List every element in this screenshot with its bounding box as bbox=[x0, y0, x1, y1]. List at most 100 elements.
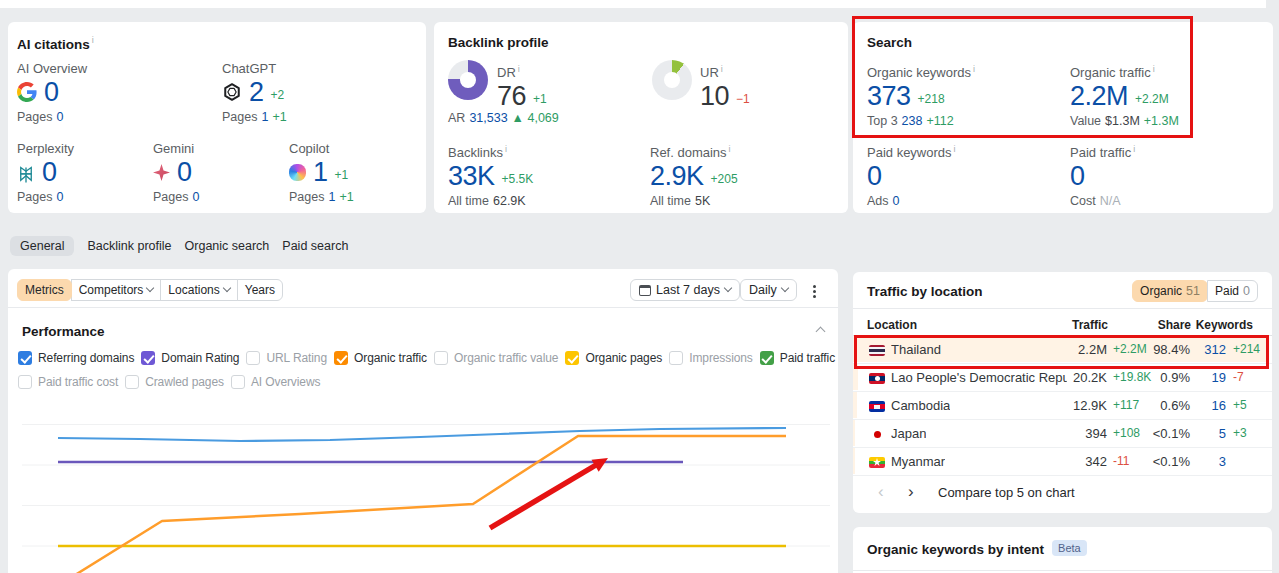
referring-domains-line bbox=[58, 428, 786, 441]
keywords-value[interactable]: 5 bbox=[1219, 420, 1226, 447]
cost-label: Cost bbox=[1070, 194, 1096, 208]
google-g-icon bbox=[17, 82, 37, 102]
location-name[interactable]: Japan bbox=[891, 420, 926, 447]
metric-ai-overview: AI Overview 0 Pages0 bbox=[17, 61, 87, 124]
copilot-delta: +1 bbox=[335, 168, 349, 182]
pages-value[interactable]: 0 bbox=[192, 190, 199, 204]
myanmar-flag bbox=[869, 457, 885, 468]
info-icon: i bbox=[721, 64, 723, 74]
prev-page-icon[interactable]: ‹ bbox=[878, 482, 884, 502]
checkbox-paid-traffic[interactable]: Paid traffic bbox=[760, 351, 835, 365]
locations-button[interactable]: Locations bbox=[160, 279, 237, 301]
cost-value: N/A bbox=[1100, 194, 1121, 208]
checkbox-url-rating[interactable]: URL Rating bbox=[246, 351, 327, 365]
ai-overview-value[interactable]: 0 bbox=[44, 77, 59, 107]
checkbox-organic-pages[interactable]: Organic pages bbox=[565, 351, 662, 365]
info-icon: i bbox=[92, 35, 94, 45]
toolbar-divider bbox=[8, 307, 838, 308]
ar-label: AR bbox=[448, 111, 465, 125]
traffic-table-header: Location Traffic Share Keywords bbox=[853, 312, 1272, 336]
share-value: <0.1% bbox=[1153, 420, 1190, 447]
checkbox-icon bbox=[141, 351, 155, 365]
toggle-paid[interactable]: Paid0 bbox=[1207, 280, 1258, 302]
gemini-value[interactable]: 0 bbox=[177, 157, 192, 187]
checkbox-referring-domains[interactable]: Referring domains bbox=[18, 351, 134, 365]
chatgpt-value[interactable]: 2 bbox=[249, 77, 264, 107]
ar-delta: ▲ 4,069 bbox=[512, 111, 559, 125]
table-row-japan[interactable]: Japan 394 +108 <0.1% 5 +3 bbox=[853, 420, 1272, 448]
checkbox-paid-traffic-cost[interactable]: Paid traffic cost bbox=[18, 375, 118, 389]
location-name[interactable]: Myanmar bbox=[891, 448, 945, 475]
info-icon: i bbox=[954, 144, 956, 154]
perplexity-value[interactable]: 0 bbox=[42, 157, 57, 187]
granularity-button[interactable]: Daily bbox=[740, 279, 797, 301]
ar-value[interactable]: 31,533 bbox=[469, 111, 507, 125]
japan-flag bbox=[869, 429, 885, 440]
ads-value[interactable]: 0 bbox=[893, 194, 900, 208]
metric-paid-keywords: Paid keywordsi 0 Ads0 bbox=[867, 141, 956, 208]
checkbox-icon bbox=[760, 351, 774, 365]
checkbox-impressions[interactable]: Impressions bbox=[669, 351, 753, 365]
checkbox-domain-rating[interactable]: Domain Rating bbox=[141, 351, 239, 365]
intent-divider bbox=[853, 570, 1272, 571]
traffic-by-location-card: Traffic by location Organic51 Paid0 Loca… bbox=[853, 272, 1272, 513]
info-icon: i bbox=[518, 64, 520, 74]
pages-value[interactable]: 0 bbox=[56, 110, 63, 124]
traffic-by-location-title: Traffic by location bbox=[867, 284, 983, 299]
toggle-organic[interactable]: Organic51 bbox=[1132, 280, 1208, 302]
checkbox-icon bbox=[18, 351, 32, 365]
annotation-box-search bbox=[852, 16, 1193, 138]
competitors-button[interactable]: Competitors bbox=[71, 279, 162, 301]
ai-citations-title: AI citationsi bbox=[17, 35, 94, 52]
tab-backlink-profile[interactable]: Backlink profile bbox=[87, 236, 171, 256]
gemini-label: Gemini bbox=[153, 141, 203, 157]
pages-value[interactable]: 0 bbox=[56, 190, 63, 204]
backlinks-label: Backlinks bbox=[448, 145, 503, 160]
paid-traffic-value[interactable]: 0 bbox=[1070, 161, 1085, 191]
checkbox-ai-overviews[interactable]: AI Overviews bbox=[231, 375, 320, 389]
annotation-box-thailand-row bbox=[854, 335, 1269, 369]
date-range-button[interactable]: Last 7 days bbox=[630, 279, 740, 301]
table-row-cambodia[interactable]: Cambodia 12.9K +117 0.6% 16 +5 bbox=[853, 392, 1272, 420]
checkbox-organic-traffic-value[interactable]: Organic traffic value bbox=[434, 351, 558, 365]
ref-domains-value[interactable]: 2.9K bbox=[650, 161, 704, 191]
metrics-button[interactable]: Metrics bbox=[17, 279, 72, 301]
paid-keywords-value[interactable]: 0 bbox=[867, 161, 882, 191]
keywords-by-intent-card: Organic keywords by intentBeta bbox=[853, 527, 1272, 573]
pages-value[interactable]: 1 bbox=[261, 110, 268, 124]
pages-value[interactable]: 1 bbox=[328, 190, 335, 204]
metric-paid-traffic: Paid traffici 0 CostN/A bbox=[1070, 141, 1135, 208]
ur-delta: −1 bbox=[736, 92, 750, 106]
checkbox-icon bbox=[669, 351, 683, 365]
tab-general[interactable]: General bbox=[10, 236, 74, 256]
performance-panel: Metrics Competitors Locations Years Last… bbox=[8, 269, 838, 573]
copilot-icon bbox=[289, 164, 306, 181]
pages-label: Pages bbox=[153, 190, 188, 204]
keywords-value[interactable]: 16 bbox=[1212, 392, 1226, 419]
checkbox-crawled-pages[interactable]: Crawled pages bbox=[125, 375, 224, 389]
years-button[interactable]: Years bbox=[237, 279, 283, 301]
pages-label: Pages bbox=[17, 190, 52, 204]
traffic-value: 12.9K bbox=[1073, 392, 1107, 419]
chevron-down-icon bbox=[724, 284, 732, 292]
backlinks-delta: +5.5K bbox=[502, 172, 534, 186]
beta-badge: Beta bbox=[1052, 540, 1087, 556]
kebab-menu-icon[interactable] bbox=[813, 285, 816, 298]
compare-top5-link[interactable]: Compare top 5 on chart bbox=[938, 485, 1075, 500]
location-name[interactable]: Cambodia bbox=[891, 392, 950, 419]
table-row-myanmar[interactable]: Myanmar 342 -11 <0.1% 3 bbox=[853, 448, 1272, 476]
metric-ref-domains: Ref. domainsi 2.9K +205 All time5K bbox=[650, 141, 738, 208]
metric-checkbox-row-2: Paid traffic cost Crawled pages AI Overv… bbox=[18, 374, 320, 390]
copilot-value[interactable]: 1 bbox=[313, 157, 328, 187]
tab-organic-search[interactable]: Organic search bbox=[185, 236, 270, 256]
chevron-up-icon[interactable] bbox=[816, 327, 826, 337]
paid-keywords-label: Paid keywords bbox=[867, 145, 952, 160]
next-page-icon[interactable]: › bbox=[908, 482, 914, 502]
checkbox-icon bbox=[565, 351, 579, 365]
cambodia-flag bbox=[869, 401, 885, 412]
checkbox-organic-traffic[interactable]: Organic traffic bbox=[334, 351, 427, 365]
chatgpt-icon bbox=[222, 82, 242, 102]
tab-paid-search[interactable]: Paid search bbox=[282, 236, 348, 256]
keywords-value[interactable]: 3 bbox=[1219, 448, 1226, 475]
backlinks-value[interactable]: 33K bbox=[448, 161, 495, 191]
